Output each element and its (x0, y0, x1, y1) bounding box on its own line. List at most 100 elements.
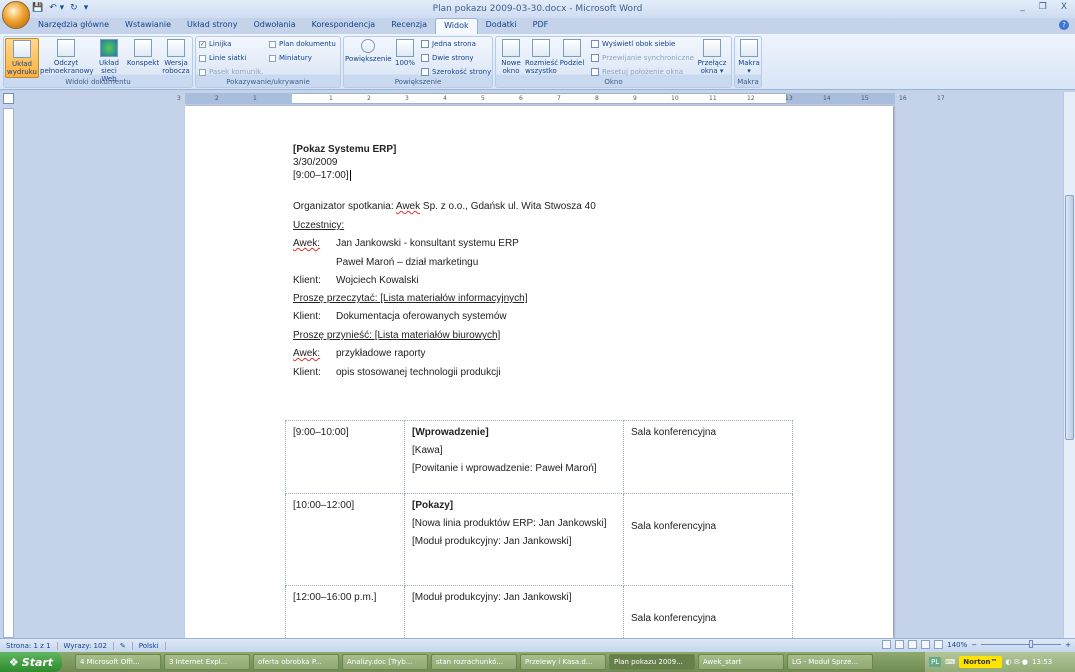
zoom-out-button[interactable]: − (971, 641, 977, 649)
taskbar-item[interactable]: 3 Internet Expl... (164, 654, 250, 670)
group-makra: Makra ▾ Makra (734, 36, 762, 88)
web-layout-button[interactable]: Układ sieci Web (93, 38, 125, 83)
tab-układ-strony[interactable]: Układ strony (179, 18, 245, 34)
new-window-button[interactable]: Nowe okno (498, 38, 524, 75)
reset-window-position-button[interactable]: Resetuj położenie okna (591, 68, 683, 76)
agenda-item: [Moduł produkcyjny: Jan Jankowski] (412, 592, 572, 603)
participants-heading: Uczestnicy: (293, 220, 345, 231)
language[interactable]: Polski (133, 641, 166, 650)
group-widoki-dokumentu: Układ wydruku Odczyt pełnoekranowy Układ… (3, 36, 193, 88)
taskbar-item[interactable]: Plan pokazu 2009... (609, 654, 695, 670)
windows-logo-icon: ❖ (8, 655, 19, 669)
word-count[interactable]: Wyrazy: 102 (58, 641, 114, 650)
agenda-item: [Kawa] (412, 445, 443, 456)
tab-korespondencja[interactable]: Korespondencja (304, 18, 384, 34)
message-bar-checkbox[interactable]: Pasek komunik. (199, 68, 263, 76)
minimize-button[interactable]: _ (1020, 2, 1025, 12)
ruler-number: 10 (671, 95, 679, 102)
switch-windows-button[interactable]: Przełącz okna ▾ (696, 38, 728, 75)
taskbar-item[interactable]: Przelewy i Kasa.d... (520, 654, 606, 670)
view-outline-icon[interactable] (921, 640, 931, 649)
vertical-ruler[interactable] (3, 108, 14, 638)
synchronous-scrolling-button[interactable]: Przewijanie synchroniczne (591, 54, 694, 62)
organizer-line: Organizator spotkania: Awek Sp. z o.o., … (293, 201, 596, 212)
close-button[interactable]: X (1061, 2, 1067, 12)
globe-icon (100, 39, 118, 57)
view-reading-icon[interactable] (895, 640, 905, 649)
one-page-button[interactable]: Jedna strona (421, 40, 476, 48)
zoom-button[interactable]: Powiększenie (345, 38, 392, 63)
print-layout-button[interactable]: Układ wydruku (5, 38, 39, 78)
help-icon[interactable]: ? (1059, 20, 1069, 30)
ruler-number: 17 (937, 95, 945, 102)
outline-button[interactable]: Konspekt (126, 38, 160, 67)
two-pages-button[interactable]: Dwie strony (421, 54, 474, 62)
norton-icon[interactable]: Norton™ (959, 656, 1002, 668)
ruler-number: 3 (177, 95, 181, 102)
taskbar: ❖ Start 4 Microsoft Offi... 3 Internet Exp… (0, 652, 1075, 672)
view-print-layout-icon[interactable] (882, 640, 892, 649)
zoom-100-button[interactable]: 100% (393, 38, 417, 67)
participant-line: Klient: Wojciech Kowalski (293, 275, 419, 286)
zoom-in-button[interactable]: + (1065, 641, 1071, 649)
bring-heading: Proszę przynieść: [Lista materiałów biur… (293, 330, 501, 341)
group-pokazywanie: ✓ Linijka Linie siatki Pasek komunik. Pla… (195, 36, 341, 88)
full-screen-reading-button[interactable]: Odczyt pełnoekranowy (40, 38, 94, 75)
agenda-item: [Nowa linia produktów ERP: Jan Jankowski… (412, 518, 607, 529)
start-button[interactable]: ❖ Start (0, 652, 62, 672)
arrange-icon (532, 39, 550, 57)
thumbnails-checkbox[interactable]: Miniatury (269, 54, 312, 62)
split-button[interactable]: Podziel (558, 38, 586, 67)
tab-widok[interactable]: Widok (435, 18, 478, 34)
clock: 13:53 (1032, 658, 1053, 666)
one-page-icon (421, 40, 429, 48)
macros-icon (740, 39, 758, 57)
tab-narzędzia-główne[interactable]: Narzędzia główne (30, 18, 117, 34)
read-heading: Proszę przeczytać: [Lista materiałów inf… (293, 293, 528, 304)
tab-dodatki[interactable]: Dodatki (478, 18, 525, 34)
page-width-button[interactable]: Szerokość strony (421, 68, 491, 76)
tab-recenzja[interactable]: Recenzja (383, 18, 435, 34)
participant-line: Klient: opis stosowanej technologii produ… (293, 366, 501, 378)
zoom-level[interactable]: 140% (947, 641, 967, 649)
outline-icon (134, 39, 152, 57)
taskbar-item[interactable]: stan rozrachunkó... (431, 654, 517, 670)
language-indicator[interactable]: PL (929, 657, 942, 667)
group-label: Powiększenie (394, 78, 442, 86)
view-web-icon[interactable] (908, 640, 918, 649)
keyboard-icon[interactable]: ⌨ (945, 658, 955, 666)
taskbar-item[interactable]: 4 Microsoft Offi... (75, 654, 161, 670)
group-label: Widoki dokumentu (65, 78, 131, 86)
taskbar-item[interactable]: LG - Moduł Sprze... (787, 654, 873, 670)
tab-selector[interactable] (3, 93, 14, 104)
agenda-item: [Moduł produkcyjny: Jan Jankowski] (412, 536, 572, 547)
arrange-all-button[interactable]: Rozmieść wszystko (525, 38, 558, 75)
draft-button[interactable]: Wersja robocza (160, 38, 192, 75)
tab-odwołania[interactable]: Odwołania (245, 18, 303, 34)
restore-button[interactable]: ❐ (1039, 2, 1047, 12)
zoom-slider[interactable] (981, 640, 1062, 648)
tab-pdf[interactable]: PDF (525, 18, 557, 34)
office-button[interactable] (2, 1, 30, 29)
tray-icons[interactable]: ◐ ✉ ● (1006, 658, 1029, 666)
page-count[interactable]: Strona: 1 z 1 (0, 641, 58, 650)
document-map-checkbox[interactable]: Plan dokumentu (269, 40, 336, 48)
group-label: Okno (604, 78, 623, 86)
spelling-icon[interactable]: ✎ (114, 641, 133, 650)
ruler-number: 14 (823, 95, 831, 102)
taskbar-item[interactable]: Awek_start (698, 654, 784, 670)
scrollbar-thumb[interactable] (1065, 195, 1074, 440)
taskbar-item[interactable]: Analizy.doc [Tryb... (342, 654, 428, 670)
view-side-by-side-button[interactable]: Wyświetl obok siebie (591, 40, 675, 48)
magnifier-icon (361, 39, 375, 53)
view-draft-icon[interactable] (934, 640, 944, 649)
macros-button[interactable]: Makra ▾ (736, 38, 762, 75)
tab-wstawianie[interactable]: Wstawianie (117, 18, 179, 34)
split-icon (563, 39, 581, 57)
ruler-left-margin (185, 93, 292, 104)
taskbar-item[interactable]: oferta obrobka P... (253, 654, 339, 670)
two-pages-icon (421, 54, 429, 62)
gridlines-checkbox[interactable]: Linie siatki (199, 54, 246, 62)
ruler-checkbox[interactable]: ✓ Linijka (199, 40, 231, 48)
agenda-time: [9:00–10:00] (293, 427, 349, 438)
